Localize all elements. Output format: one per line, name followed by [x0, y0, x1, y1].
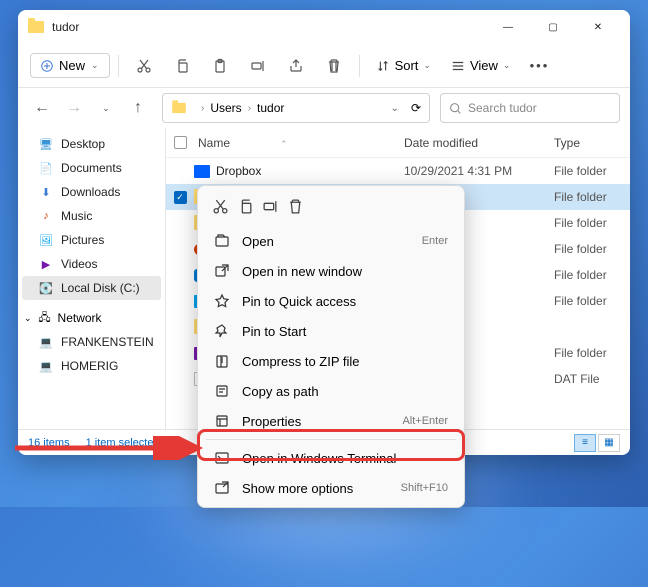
- refresh-icon[interactable]: ⟳: [411, 101, 421, 115]
- up-button[interactable]: ↑: [124, 94, 152, 122]
- new-button[interactable]: New ⌄: [30, 53, 110, 78]
- breadcrumb[interactable]: Users: [210, 101, 241, 115]
- item-count: 16 items: [28, 437, 70, 449]
- ctx-properties[interactable]: Properties Alt+Enter: [202, 406, 460, 436]
- column-header-name[interactable]: Name⌃: [194, 136, 404, 150]
- maximize-button[interactable]: ▢: [531, 12, 575, 42]
- ctx-delete-icon[interactable]: [287, 198, 304, 218]
- table-row[interactable]: Dropbox 10/29/2021 4:31 PM File folder: [166, 158, 630, 184]
- copy-icon[interactable]: [165, 50, 199, 82]
- view-icons-button[interactable]: ▦: [598, 434, 620, 452]
- ctx-compress-to-zip-file[interactable]: Compress to ZIP file: [202, 346, 460, 376]
- close-button[interactable]: ✕: [576, 12, 620, 42]
- sidebar-item-local-disk[interactable]: 💽Local Disk (C:): [22, 276, 161, 300]
- ctx-open-in-new-window[interactable]: Open in new window: [202, 256, 460, 286]
- sidebar-item-desktop[interactable]: 🖥Desktop: [18, 132, 165, 156]
- file-icon: [194, 165, 210, 178]
- address-bar[interactable]: › Users › tudor ⌄ ⟳: [162, 93, 430, 123]
- sidebar-item-network-pc[interactable]: 💻HOMERIG: [18, 354, 165, 378]
- ctx-show-more-options[interactable]: Show more options Shift+F10: [202, 473, 460, 503]
- sidebar-group-network[interactable]: ⌄🖧Network: [18, 306, 165, 330]
- sidebar-item-music[interactable]: ♪Music: [18, 204, 165, 228]
- titlebar[interactable]: tudor — ▢ ✕: [18, 10, 630, 44]
- view-button[interactable]: View ⌄: [443, 54, 519, 77]
- ctx-copy-as-path[interactable]: Copy as path: [202, 376, 460, 406]
- delete-icon[interactable]: [317, 50, 351, 82]
- ctx-open-in-windows-terminal[interactable]: Open in Windows Terminal: [202, 443, 460, 473]
- window-title: tudor: [52, 20, 79, 34]
- minimize-button[interactable]: —: [486, 12, 530, 42]
- ctx-cut-icon[interactable]: [212, 198, 229, 218]
- ctx-copy-icon[interactable]: [237, 198, 254, 218]
- selection-count: 1 item selected: [86, 437, 160, 449]
- sidebar: 🖥Desktop 📄Documents ⬇Downloads ♪Music 🖼P…: [18, 128, 166, 429]
- ctx-pin-to-quick-access[interactable]: Pin to Quick access: [202, 286, 460, 316]
- column-header-date[interactable]: Date modified: [404, 136, 554, 150]
- sidebar-item-pictures[interactable]: 🖼Pictures: [18, 228, 165, 252]
- chevron-down-icon[interactable]: ⌄: [92, 94, 120, 122]
- search-input[interactable]: Search tudor: [440, 93, 620, 123]
- sort-button[interactable]: Sort ⌄: [368, 54, 439, 77]
- forward-button[interactable]: →: [60, 94, 88, 122]
- sidebar-item-downloads[interactable]: ⬇Downloads: [18, 180, 165, 204]
- view-details-button[interactable]: ≡: [574, 434, 596, 452]
- column-header-type[interactable]: Type: [554, 136, 630, 150]
- sidebar-item-videos[interactable]: ▶Videos: [18, 252, 165, 276]
- folder-icon: [28, 21, 44, 33]
- sidebar-item-network-pc[interactable]: 💻FRANKENSTEIN: [18, 330, 165, 354]
- toolbar: New ⌄ Sort ⌄ View ⌄ •••: [18, 44, 630, 88]
- new-label: New: [59, 58, 85, 73]
- more-icon[interactable]: •••: [522, 50, 556, 82]
- ctx-rename-icon[interactable]: [262, 198, 279, 218]
- rename-icon[interactable]: [241, 50, 275, 82]
- nav-bar: ← → ⌄ ↑ › Users › tudor ⌄ ⟳ Search tudor: [18, 88, 630, 128]
- breadcrumb[interactable]: tudor: [257, 101, 284, 115]
- ctx-pin-to-start[interactable]: Pin to Start: [202, 316, 460, 346]
- back-button[interactable]: ←: [28, 94, 56, 122]
- share-icon[interactable]: [279, 50, 313, 82]
- paste-icon[interactable]: [203, 50, 237, 82]
- sidebar-item-documents[interactable]: 📄Documents: [18, 156, 165, 180]
- context-menu: Open Enter Open in new window Pin to Qui…: [197, 185, 465, 508]
- search-placeholder: Search tudor: [468, 101, 537, 115]
- select-all-checkbox[interactable]: [174, 136, 187, 149]
- ctx-open[interactable]: Open Enter: [202, 226, 460, 256]
- cut-icon[interactable]: [127, 50, 161, 82]
